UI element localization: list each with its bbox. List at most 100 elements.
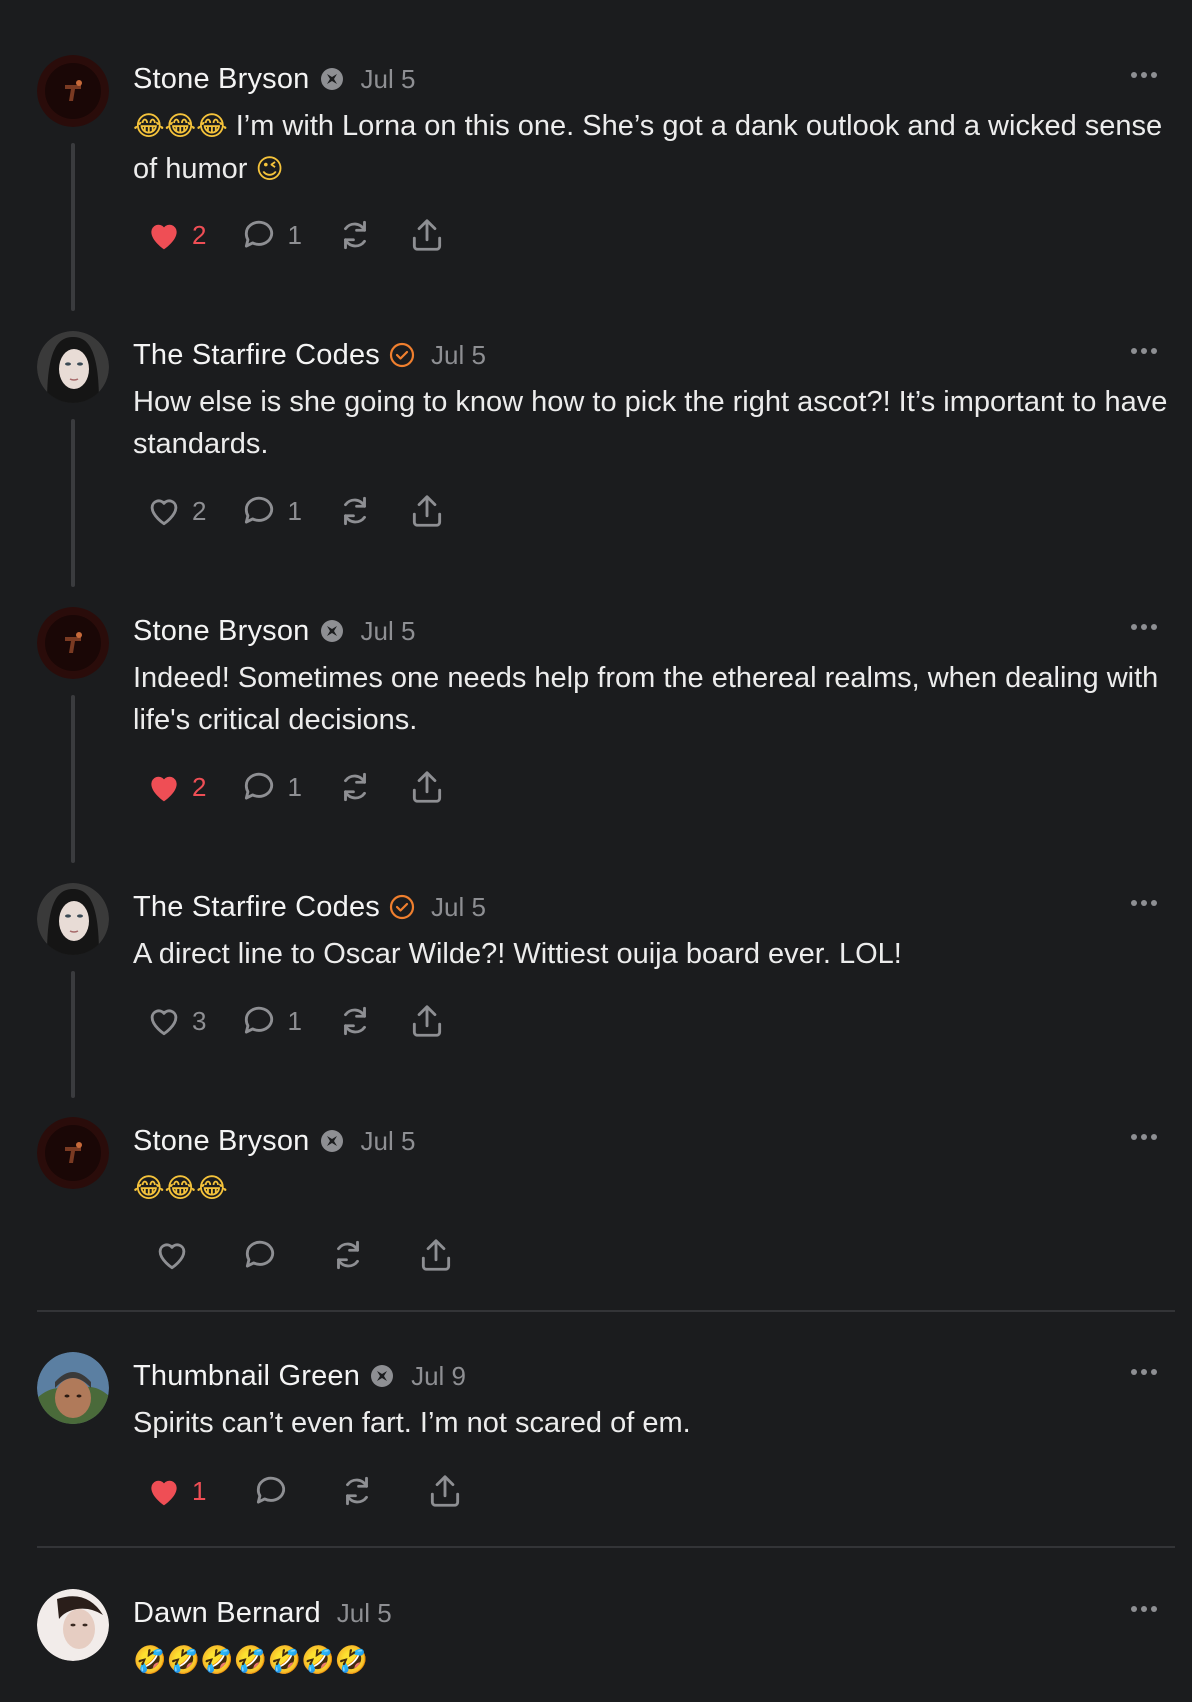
emoji: 😉 [255, 154, 284, 185]
action-bar: 2 1 [145, 213, 480, 257]
action-bar: 1 [145, 1469, 498, 1513]
comment-bubble-icon [245, 496, 274, 524]
avatar[interactable] [37, 883, 109, 955]
comment-button[interactable]: 1 [240, 492, 302, 530]
comment-bubble-icon [245, 1240, 275, 1268]
post-date[interactable]: Jul 5 [361, 616, 416, 647]
post-date[interactable]: Jul 5 [431, 340, 486, 371]
heart-icon [158, 1243, 186, 1270]
restack-icon [344, 220, 366, 250]
avatar[interactable] [37, 1352, 109, 1424]
thread-line [71, 971, 75, 1098]
emoji: 😂😂😂 [133, 1173, 228, 1204]
share-button[interactable] [408, 1002, 446, 1040]
comment-header: Dawn Bernard Jul 5 [133, 1593, 392, 1633]
heart-icon [151, 1480, 177, 1506]
comment-button[interactable] [241, 1236, 279, 1274]
like-button[interactable]: 2 [145, 492, 206, 530]
more-options-icon[interactable] [1122, 1127, 1166, 1147]
post-date[interactable]: Jul 5 [361, 1126, 416, 1157]
author-name[interactable]: Stone Bryson [133, 63, 310, 96]
heart-icon [150, 1009, 178, 1036]
restack-button[interactable] [336, 492, 374, 530]
like-count: 2 [192, 219, 207, 250]
more-options-icon[interactable] [1122, 65, 1166, 85]
divider [37, 1546, 1175, 1548]
comment-header: The Starfire Codes Jul 5 [133, 335, 486, 375]
more-options-icon[interactable] [1122, 617, 1166, 637]
avatar[interactable] [37, 1117, 109, 1189]
author-name[interactable]: Dawn Bernard [133, 1597, 321, 1630]
like-count: 1 [192, 1475, 207, 1506]
comment-header: Stone Bryson Jul 5 [133, 611, 415, 651]
more-options-icon[interactable] [1122, 893, 1166, 913]
action-bar [153, 1233, 489, 1277]
author-name[interactable]: Stone Bryson [133, 1125, 310, 1158]
heart-icon [151, 224, 177, 250]
restack-button[interactable] [336, 216, 374, 254]
action-bar: 2 1 [145, 765, 480, 809]
share-button[interactable] [417, 1236, 455, 1274]
restack-button[interactable] [338, 1472, 376, 1510]
comment-thread: Stone Bryson Jul 5 😂😂😂 I’m with Lorna on… [0, 0, 1192, 1702]
verified-badge-icon [389, 342, 415, 368]
restack-button[interactable] [336, 768, 374, 806]
comment-button[interactable] [252, 1472, 290, 1510]
share-button[interactable] [408, 216, 446, 254]
comment-count: 1 [287, 495, 302, 526]
comment-bubble-icon [245, 220, 274, 248]
author-name[interactable]: The Starfire Codes [133, 891, 380, 924]
share-icon [431, 1475, 460, 1507]
post-date[interactable]: Jul 5 [431, 892, 486, 923]
community-badge-icon [319, 618, 345, 644]
comment-header: Stone Bryson Jul 5 [133, 1121, 415, 1161]
share-button[interactable] [408, 492, 446, 530]
like-count: 2 [192, 771, 207, 802]
like-button[interactable]: 2 [145, 216, 206, 254]
author-name[interactable]: Thumbnail Green [133, 1360, 360, 1393]
comment-button[interactable]: 1 [240, 216, 302, 254]
post-date[interactable]: Jul 9 [411, 1361, 466, 1392]
restack-button[interactable] [336, 1002, 374, 1040]
avatar[interactable] [37, 55, 109, 127]
like-count: 3 [192, 1005, 207, 1036]
like-button[interactable]: 1 [145, 1472, 206, 1510]
author-name[interactable]: The Starfire Codes [133, 339, 380, 372]
verified-badge-icon [389, 894, 415, 920]
thread-line [71, 143, 75, 311]
emoji: 🤣🤣🤣🤣🤣🤣🤣 [133, 1645, 369, 1676]
community-badge-icon [319, 66, 345, 92]
comment-bubble-icon [257, 1476, 286, 1504]
avatar[interactable] [37, 607, 109, 679]
restack-icon [344, 1006, 366, 1036]
comment-body: Spirits can’t even fart. I’m not scared … [133, 1402, 1173, 1444]
like-button[interactable] [153, 1236, 191, 1274]
avatar[interactable] [37, 331, 109, 403]
comment-text: How else is she going to know how to pic… [133, 386, 1168, 460]
comment-button[interactable]: 1 [240, 768, 302, 806]
share-icon [412, 219, 442, 251]
comment-button[interactable]: 1 [240, 1002, 302, 1040]
share-icon [412, 1005, 442, 1037]
avatar[interactable] [37, 1589, 109, 1661]
comment-body: How else is she going to know how to pic… [133, 381, 1173, 465]
post-date[interactable]: Jul 5 [337, 1598, 392, 1629]
restack-icon [346, 1476, 369, 1506]
like-button[interactable]: 3 [145, 1002, 206, 1040]
share-button[interactable] [426, 1472, 464, 1510]
comment-body: Indeed! Sometimes one needs help from th… [133, 657, 1173, 741]
comment-text: Spirits can’t even fart. I’m not scared … [133, 1407, 691, 1439]
comment-count: 1 [287, 1005, 302, 1036]
like-button[interactable]: 2 [145, 768, 206, 806]
comment-count: 1 [287, 771, 302, 802]
comment-text: Indeed! Sometimes one needs help from th… [133, 662, 1159, 736]
comment-body: 🤣🤣🤣🤣🤣🤣🤣 [133, 1639, 1173, 1682]
more-options-icon[interactable] [1122, 341, 1166, 361]
restack-button[interactable] [329, 1236, 367, 1274]
more-options-icon[interactable] [1122, 1362, 1166, 1382]
author-name[interactable]: Stone Bryson [133, 615, 310, 648]
share-button[interactable] [408, 768, 446, 806]
more-options-icon[interactable] [1122, 1599, 1166, 1619]
post-date[interactable]: Jul 5 [361, 64, 416, 95]
thread-line [71, 695, 75, 863]
